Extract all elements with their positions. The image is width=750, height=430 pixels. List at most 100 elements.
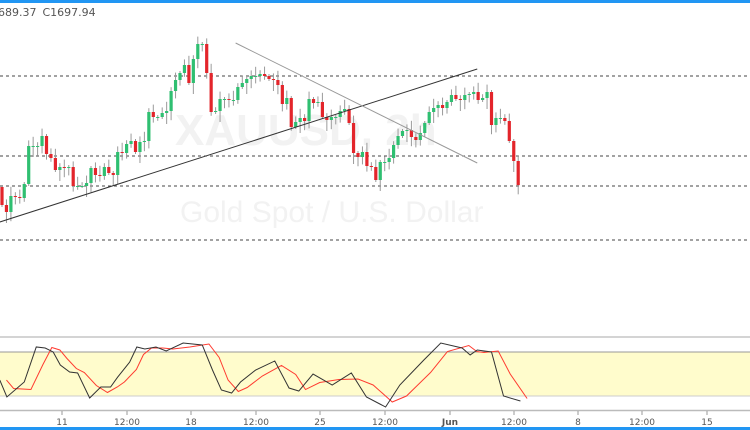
candle-up [245, 79, 249, 83]
candle-up [31, 146, 35, 147]
candle-down [516, 161, 520, 186]
stochastic-panel [0, 336, 750, 412]
candle-down [44, 136, 49, 154]
candle-down [507, 121, 511, 141]
watermark-symbol: XAUUSD, 2h [175, 106, 437, 155]
candle-up [378, 162, 382, 180]
candle-up [89, 168, 93, 183]
candle-down [512, 141, 516, 161]
candle-down [13, 196, 17, 197]
candle-up [392, 145, 396, 158]
candle-up [427, 112, 431, 123]
candle-down [151, 112, 155, 117]
candle-down [369, 166, 373, 167]
candle-down [414, 137, 418, 140]
candle-up [178, 73, 182, 80]
candle-down [209, 73, 213, 112]
candle-down [365, 152, 369, 166]
candle-down [49, 154, 53, 158]
candle-down [458, 99, 462, 100]
candle-down [187, 65, 191, 83]
candle-up [258, 74, 262, 76]
candle-up [405, 130, 409, 131]
candle-down [93, 168, 98, 175]
price-chart[interactable]: XAUUSD, 2h Gold Spot / U.S. Dollar 11 12… [0, 0, 750, 430]
candle-up [231, 100, 235, 101]
candle-up [138, 142, 142, 152]
candle-up [436, 105, 440, 108]
candle-up [498, 118, 502, 119]
candle-up [400, 131, 405, 136]
candle-down [227, 99, 231, 100]
candle-down [356, 153, 360, 157]
candle-down [347, 109, 351, 123]
candle-up [191, 59, 195, 83]
candle-down [276, 80, 280, 85]
candle-up [360, 152, 365, 157]
candle-up [160, 113, 164, 117]
candle-down [120, 152, 124, 153]
candle-down [271, 79, 276, 80]
candle-up [449, 95, 454, 102]
candle-up [36, 146, 40, 147]
candle-up [182, 65, 187, 73]
candle-up [156, 117, 160, 118]
candle-up [294, 122, 298, 127]
candle-up [334, 117, 338, 118]
candle-down [111, 173, 115, 175]
candle-up [22, 184, 26, 198]
candle-up [142, 141, 146, 142]
candle-up [481, 98, 485, 100]
candle-up [84, 183, 89, 186]
candle-up [329, 117, 333, 120]
candle-up [80, 186, 84, 187]
candle-up [196, 44, 200, 59]
candle-up [445, 102, 449, 108]
candle-up [9, 196, 13, 212]
candle-down [440, 105, 445, 108]
candle-down [476, 92, 480, 100]
candle-down [98, 175, 102, 176]
candle-up [463, 95, 467, 100]
candle-down [0, 187, 4, 205]
candle-up [214, 111, 218, 112]
candle-up [58, 167, 62, 170]
candle-up [76, 186, 80, 187]
candle-down [4, 205, 9, 212]
watermark-description: Gold Spot / U.S. Dollar [180, 196, 483, 229]
candle-down [280, 85, 284, 104]
candle-up [423, 123, 427, 133]
time-axis[interactable]: 11 12:00 18 12:00 25 12:00 Jun 12:00 8 1… [56, 411, 713, 428]
candle-up [485, 92, 489, 98]
candle-down [503, 118, 507, 121]
candle-down [454, 95, 458, 99]
candle-up [200, 44, 204, 45]
candle-up [173, 80, 178, 91]
candle-down [320, 102, 324, 117]
candle-down [205, 44, 209, 73]
candle-up [387, 158, 391, 162]
candle-up [494, 118, 498, 125]
candle-up [338, 111, 342, 117]
candle-down [289, 98, 293, 127]
candle-up [125, 144, 129, 153]
candle-up [254, 76, 258, 77]
candle-down [262, 74, 267, 76]
candle-up [316, 102, 320, 103]
candle-up [285, 98, 289, 104]
candle-up [472, 92, 476, 94]
candle-up [129, 141, 133, 144]
candle-down [351, 123, 356, 153]
candle-up [102, 167, 106, 176]
candle-down [62, 167, 66, 168]
candle-down [107, 167, 111, 173]
candle-down [53, 158, 57, 170]
candle-down [18, 197, 22, 198]
candle-up [383, 162, 387, 163]
candle-up [116, 152, 120, 175]
candle-up [307, 99, 311, 121]
candle-up [67, 167, 71, 168]
candle-down [311, 99, 316, 103]
candle-up [40, 136, 44, 146]
candle-up [298, 118, 302, 122]
